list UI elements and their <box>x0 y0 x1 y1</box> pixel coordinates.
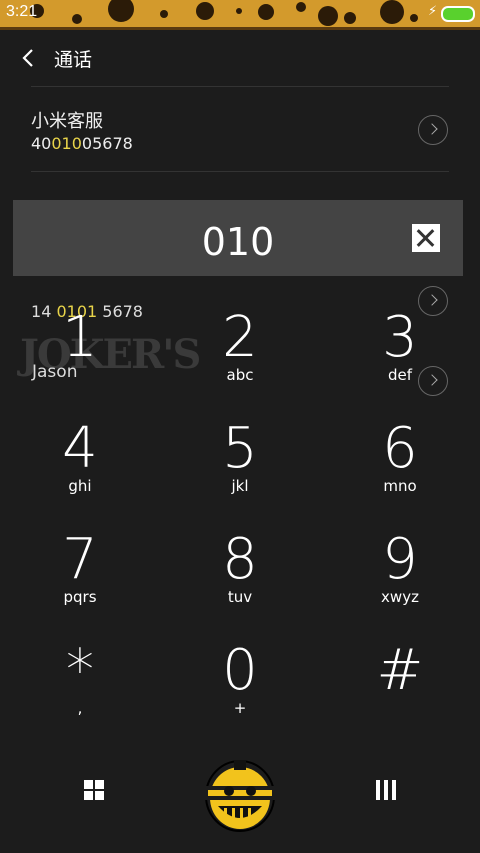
decor-spot <box>236 8 242 14</box>
number-part: 40 <box>31 134 52 153</box>
clock: 3:21 <box>6 3 38 20</box>
dialpad-toggle-icon[interactable] <box>84 780 104 800</box>
dial-key[interactable]: 5 jkl <box>160 401 320 511</box>
dial-key[interactable]: 0 + <box>160 623 320 733</box>
dial-key-letters: tuv <box>227 588 253 606</box>
dial-key-digit: 4 <box>62 416 98 481</box>
decor-spot <box>380 0 404 24</box>
dial-key[interactable]: 6 mno <box>320 401 480 511</box>
dial-key-digit: 1 <box>62 305 98 370</box>
decor-spot <box>108 0 134 22</box>
back-arrow-icon[interactable] <box>18 46 40 70</box>
bottom-bar <box>0 750 480 853</box>
dial-key[interactable]: 8 tuv <box>160 512 320 622</box>
dial-key-digit: 3 <box>382 305 418 370</box>
number-part: 05678 <box>81 134 133 153</box>
chevron-right-icon[interactable] <box>418 115 448 145</box>
contact-number: 4001005678 <box>31 134 133 153</box>
dial-key-letters: + <box>233 699 247 717</box>
dial-key[interactable]: 4 ghi <box>0 401 160 511</box>
dial-key-digit: 6 <box>382 416 418 481</box>
dial-key-letters: , <box>77 699 83 717</box>
dial-input-bar: 010 <box>13 200 463 276</box>
dial-key-digit: 0 <box>222 638 258 703</box>
dial-key-digit: 8 <box>222 527 258 592</box>
contact-name: 小米客服 <box>31 111 103 132</box>
dial-key-letters: xwyz <box>381 588 419 606</box>
decor-spot <box>160 10 168 18</box>
decor-spot <box>196 2 214 20</box>
decor-spot <box>410 14 418 22</box>
dial-key-digit: 9 <box>382 527 418 592</box>
dial-key-letters: mno <box>383 477 417 495</box>
dial-key-letters: ghi <box>68 477 92 495</box>
dial-key-letters: pqrs <box>63 588 97 606</box>
dial-key-digit: * <box>66 638 94 703</box>
decor-spot <box>258 4 274 20</box>
decor-spot <box>296 2 306 12</box>
dial-key[interactable]: 2 abc <box>160 290 320 400</box>
header: 通话 <box>0 30 480 86</box>
dial-input[interactable]: 010 <box>13 220 463 264</box>
status-bar: 3:21 ⚡ <box>0 0 480 30</box>
dial-key[interactable]: 1 <box>0 290 160 400</box>
dial-key-digit: 2 <box>222 305 258 370</box>
number-match: 010 <box>51 134 82 153</box>
dial-key-letters: jkl <box>231 477 249 495</box>
dial-key-digit: 7 <box>62 527 98 592</box>
dial-key[interactable]: 9 xwyz <box>320 512 480 622</box>
call-button[interactable] <box>204 758 276 836</box>
dial-key-digit: # <box>376 638 424 703</box>
battery-icon <box>441 6 475 22</box>
dial-key-digit: 5 <box>222 416 258 481</box>
list-item[interactable]: 小米客服 4001005678 <box>31 86 449 172</box>
dial-key[interactable]: # <box>320 623 480 733</box>
dial-keypad: 1 2 abc 3 def 4 ghi 5 jkl 6 mno 7 pqrs 8 tuv 9 xwyz *, 0 + # <box>0 290 480 750</box>
page-title: 通话 <box>54 49 93 71</box>
delete-icon[interactable] <box>412 224 440 252</box>
menu-icon[interactable] <box>376 780 396 800</box>
dial-key[interactable]: *, <box>0 623 160 733</box>
decor-spot <box>344 12 356 24</box>
dial-key[interactable]: 7 pqrs <box>0 512 160 622</box>
charging-icon: ⚡ <box>428 4 438 19</box>
dial-key[interactable]: 3 def <box>320 290 480 400</box>
dial-key-letters: def <box>387 366 413 384</box>
dial-key-letters: abc <box>226 366 254 384</box>
decor-spot <box>318 6 338 26</box>
decor-spot <box>72 14 82 24</box>
